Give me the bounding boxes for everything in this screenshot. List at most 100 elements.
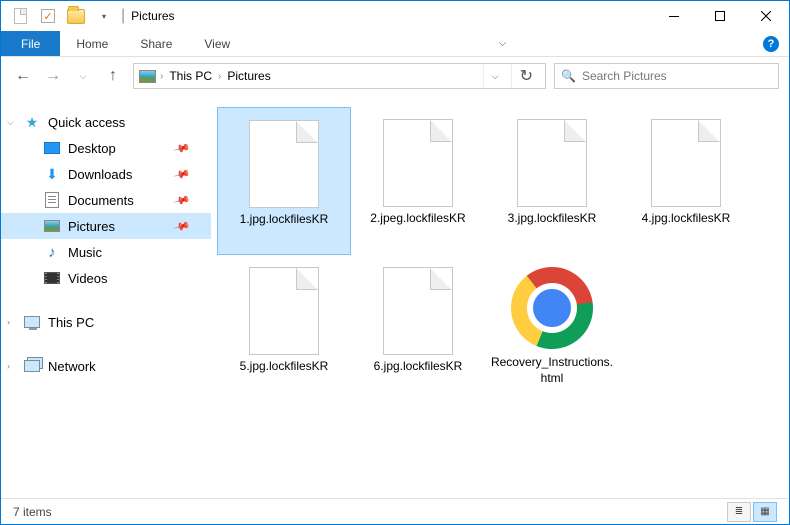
nav-label: Downloads — [68, 167, 132, 182]
nav-label: Desktop — [68, 141, 116, 156]
tab-view[interactable]: View — [188, 31, 246, 56]
body: ⌵ ★ Quick access Desktop 📌 ⬇ Downloads 📌… — [1, 95, 789, 498]
tab-share[interactable]: Share — [124, 31, 188, 56]
chevron-right-icon[interactable]: › — [7, 361, 10, 371]
address-dropdown-icon[interactable]: ⌵ — [483, 64, 507, 88]
file-name: Recovery_Instructions.html — [489, 355, 615, 386]
pin-icon: 📌 — [173, 139, 191, 157]
chevron-right-icon[interactable]: › — [218, 71, 221, 82]
file-name: 5.jpg.lockfilesKR — [240, 359, 329, 375]
file-name: 3.jpg.lockfilesKR — [508, 211, 597, 227]
file-icon — [517, 119, 587, 207]
documents-icon — [43, 191, 61, 209]
details-view-button[interactable]: ≣ — [727, 502, 751, 522]
tab-home[interactable]: Home — [60, 31, 124, 56]
nav-desktop[interactable]: Desktop 📌 — [1, 135, 211, 161]
file-item[interactable]: 6.jpg.lockfilesKR — [351, 255, 485, 403]
file-item[interactable]: 5.jpg.lockfilesKR — [217, 255, 351, 403]
chevron-right-icon[interactable]: › — [7, 317, 10, 327]
file-icon — [383, 267, 453, 355]
pc-icon — [23, 313, 41, 331]
file-name: 4.jpg.lockfilesKR — [642, 211, 731, 227]
maximize-button[interactable] — [697, 1, 743, 31]
properties-icon[interactable]: ✓ — [37, 5, 59, 27]
file-icon — [651, 119, 721, 207]
nav-documents[interactable]: Documents 📌 — [1, 187, 211, 213]
file-name: 2.jpeg.lockfilesKR — [370, 211, 465, 227]
up-button[interactable]: ↑ — [101, 64, 125, 88]
nav-music[interactable]: ♪ Music — [1, 239, 211, 265]
item-count: 7 items — [13, 505, 52, 519]
network-icon — [23, 357, 41, 375]
title-bar: ✓ ▾ | Pictures — [1, 1, 789, 31]
quick-access-toolbar: ✓ ▾ — [1, 5, 115, 27]
pin-icon: 📌 — [173, 217, 191, 235]
chevron-right-icon[interactable]: › — [160, 71, 163, 82]
nav-label: Music — [68, 245, 102, 260]
address-bar[interactable]: › This PC › Pictures ⌵ ↻ — [133, 63, 546, 89]
folder-icon — [65, 5, 87, 27]
nav-label: Quick access — [48, 115, 125, 130]
file-name: 6.jpg.lockfilesKR — [374, 359, 463, 375]
ribbon: File Home Share View ⌵ ? — [1, 31, 789, 57]
file-icon — [383, 119, 453, 207]
chevron-down-icon[interactable]: ⌵ — [7, 117, 14, 128]
videos-icon — [43, 269, 61, 287]
window-title: Pictures — [131, 9, 174, 23]
nav-label: This PC — [48, 315, 94, 330]
file-icon — [249, 267, 319, 355]
desktop-icon — [43, 139, 61, 157]
star-icon: ★ — [23, 113, 41, 131]
address-bar-row: ← → ⌵ ↑ › This PC › Pictures ⌵ ↻ 🔍 Searc… — [1, 57, 789, 95]
nav-pictures[interactable]: Pictures 📌 — [1, 213, 211, 239]
title-separator: | — [121, 7, 125, 25]
nav-label: Pictures — [68, 219, 115, 234]
nav-videos[interactable]: Videos — [1, 265, 211, 291]
nav-label: Network — [48, 359, 96, 374]
minimize-button[interactable] — [651, 1, 697, 31]
downloads-icon: ⬇ — [43, 165, 61, 183]
file-icon — [249, 120, 319, 208]
file-item[interactable]: 1.jpg.lockfilesKR — [217, 107, 351, 255]
file-name: 1.jpg.lockfilesKR — [240, 212, 329, 228]
pictures-icon — [43, 217, 61, 235]
music-icon: ♪ — [43, 243, 61, 261]
nav-this-pc[interactable]: › This PC — [1, 309, 211, 335]
search-input[interactable]: 🔍 Search Pictures — [554, 63, 779, 89]
nav-buttons: ← → ⌵ ↑ — [11, 64, 125, 88]
icons-view-button[interactable]: ▦ — [753, 502, 777, 522]
pin-icon: 📌 — [173, 191, 191, 209]
search-placeholder: Search Pictures — [582, 69, 667, 83]
help-icon[interactable]: ? — [763, 31, 779, 56]
file-tab[interactable]: File — [1, 31, 60, 56]
file-item[interactable]: 3.jpg.lockfilesKR — [485, 107, 619, 255]
refresh-button[interactable]: ↻ — [511, 64, 541, 88]
pin-icon: 📌 — [173, 165, 191, 183]
nav-network[interactable]: › Network — [1, 353, 211, 379]
crumb-this-pc[interactable]: This PC — [167, 69, 214, 83]
nav-label: Videos — [68, 271, 108, 286]
forward-button[interactable]: → — [41, 64, 65, 88]
file-list[interactable]: 1.jpg.lockfilesKR 2.jpeg.lockfilesKR 3.jpg… — [211, 95, 789, 498]
file-item[interactable]: 2.jpeg.lockfilesKR — [351, 107, 485, 255]
nav-label: Documents — [68, 193, 134, 208]
status-bar: 7 items ≣ ▦ — [1, 498, 789, 524]
crumb-pictures[interactable]: Pictures — [225, 69, 272, 83]
search-icon: 🔍 — [561, 69, 576, 83]
navigation-pane: ⌵ ★ Quick access Desktop 📌 ⬇ Downloads 📌… — [1, 95, 211, 498]
close-button[interactable] — [743, 1, 789, 31]
file-item[interactable]: Recovery_Instructions.html — [485, 255, 619, 403]
ribbon-expand-icon[interactable]: ⌵ — [499, 31, 507, 56]
nav-quick-access[interactable]: ⌵ ★ Quick access — [1, 109, 211, 135]
back-button[interactable]: ← — [11, 64, 35, 88]
location-icon — [138, 67, 156, 85]
window-controls — [651, 1, 789, 31]
app-icon[interactable] — [9, 5, 31, 27]
chrome-icon — [494, 250, 609, 365]
view-switcher: ≣ ▦ — [727, 502, 777, 522]
file-item[interactable]: 4.jpg.lockfilesKR — [619, 107, 753, 255]
qat-dropdown-icon[interactable]: ▾ — [93, 5, 115, 27]
recent-dropdown-icon[interactable]: ⌵ — [71, 64, 95, 88]
explorer-window: ✓ ▾ | Pictures File Home Share View ⌵ ? … — [0, 0, 790, 525]
nav-downloads[interactable]: ⬇ Downloads 📌 — [1, 161, 211, 187]
